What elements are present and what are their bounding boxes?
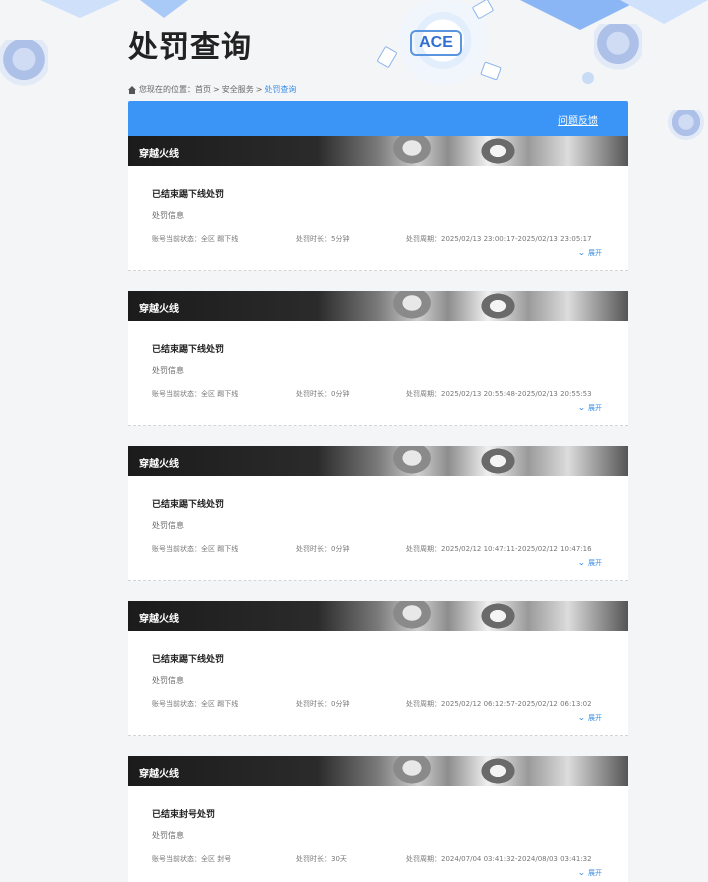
banner-character-image	[478, 601, 518, 631]
punishment-info-label: 处罚信息	[152, 211, 184, 220]
game-banner: 穿越火线	[128, 756, 628, 786]
punishment-status: 已结束封号处罚	[152, 810, 216, 820]
page-title: 处罚查询	[128, 30, 252, 65]
record-item: 穿越火线 已结束踢下线处罚 处罚信息 账号当前状态：全区 踢下线 处罚时长：0分…	[128, 446, 628, 601]
game-name: 穿越火线	[139, 149, 179, 160]
punishment-period: 处罚周期：2025/02/13 23:00:17-2025/02/13 23:0…	[406, 235, 592, 243]
punishment-status: 已结束踢下线处罚	[152, 345, 225, 355]
punishment-duration: 处罚时长：30天	[296, 855, 347, 863]
banner-character-image	[478, 291, 518, 321]
breadcrumb-separator: >	[255, 85, 263, 94]
game-name: 穿越火线	[139, 614, 179, 625]
expand-button[interactable]: ⌄ 展开	[578, 713, 602, 723]
punishment-period: 处罚周期：2025/02/12 10:47:11-2025/02/12 10:4…	[406, 545, 592, 553]
punishment-status: 已结束踢下线处罚	[152, 190, 225, 200]
expand-label: 展开	[588, 404, 602, 412]
double-chevron-down-icon: ⌄	[577, 558, 586, 567]
expand-button[interactable]: ⌄ 展开	[578, 558, 602, 568]
punishment-status: 已结束踢下线处罚	[152, 500, 225, 510]
punishment-duration: 处罚时长：0分钟	[296, 390, 350, 398]
account-status: 账号当前状态：全区 踢下线	[152, 390, 239, 398]
banner-character-image	[478, 756, 518, 786]
decor-hex	[668, 110, 704, 140]
punishment-info-label: 处罚信息	[152, 676, 184, 685]
punishment-status: 已结束踢下线处罚	[152, 655, 225, 665]
record-item: 穿越火线 已结束踢下线处罚 处罚信息 账号当前状态：全区 踢下线 处罚时长：0分…	[128, 601, 628, 756]
game-banner: 穿越火线	[128, 601, 628, 631]
game-name: 穿越火线	[139, 304, 179, 315]
punishment-duration: 处罚时长：0分钟	[296, 700, 350, 708]
breadcrumb-separator: >	[213, 85, 220, 94]
record-item: 穿越火线 已结束封号处罚 处罚信息 账号当前状态：全区 封号 处罚时长：30天 …	[128, 756, 628, 882]
banner-character-image	[390, 136, 434, 166]
game-banner: 穿越火线	[128, 446, 628, 476]
punishment-duration: 处罚时长：5分钟	[296, 235, 350, 243]
record-item: 穿越火线 已结束踢下线处罚 处罚信息 账号当前状态：全区 踢下线 处罚时长：0分…	[128, 291, 628, 446]
punishment-period: 处罚周期：2025/02/13 20:55:48-2025/02/13 20:5…	[406, 390, 592, 398]
account-status: 账号当前状态：全区 封号	[152, 855, 232, 863]
expand-label: 展开	[588, 714, 602, 722]
banner-character-image	[390, 756, 434, 786]
double-chevron-down-icon: ⌄	[577, 713, 586, 722]
double-chevron-down-icon: ⌄	[577, 248, 586, 257]
banner-character-image	[390, 446, 434, 476]
punishment-info-label: 处罚信息	[152, 366, 184, 375]
punishment-duration: 处罚时长：0分钟	[296, 545, 350, 553]
record-body: 已结束踢下线处罚 处罚信息 账号当前状态：全区 踢下线 处罚时长：0分钟 处罚周…	[128, 476, 628, 581]
expand-label: 展开	[588, 249, 602, 257]
breadcrumb-item-current: 处罚查询	[264, 85, 297, 94]
expand-button[interactable]: ⌄ 展开	[578, 868, 602, 878]
decor-triangle	[620, 0, 708, 24]
decor-card	[480, 61, 502, 81]
double-chevron-down-icon: ⌄	[577, 403, 586, 412]
record-body: 已结束踢下线处罚 处罚信息 账号当前状态：全区 踢下线 处罚时长：5分钟 处罚周…	[128, 166, 628, 271]
game-name: 穿越火线	[139, 459, 179, 470]
double-chevron-down-icon: ⌄	[577, 868, 586, 877]
banner-character-image	[390, 291, 434, 321]
punishment-info-label: 处罚信息	[152, 521, 184, 530]
expand-button[interactable]: ⌄ 展开	[578, 403, 602, 413]
breadcrumb-item-home[interactable]: 首页	[195, 84, 211, 95]
game-banner: 穿越火线	[128, 291, 628, 321]
ace-logo: ACE	[410, 30, 462, 56]
record-body: 已结束踢下线处罚 处罚信息 账号当前状态：全区 踢下线 处罚时长：0分钟 处罚周…	[128, 321, 628, 426]
breadcrumb: 您现在的位置： 首页 > 安全服务 > 处罚查询	[128, 84, 296, 95]
account-status: 账号当前状态：全区 踢下线	[152, 235, 239, 243]
expand-label: 展开	[588, 559, 602, 567]
punishment-period: 处罚周期：2024/07/04 03:41:32-2024/08/03 03:4…	[406, 855, 592, 863]
account-status: 账号当前状态：全区 踢下线	[152, 545, 239, 553]
record-list: 穿越火线 已结束踢下线处罚 处罚信息 账号当前状态：全区 踢下线 处罚时长：5分…	[128, 136, 628, 882]
punishment-info-label: 处罚信息	[152, 831, 184, 840]
banner-character-image	[478, 446, 518, 476]
decor-triangle	[140, 0, 188, 18]
record-body: 已结束踢下线处罚 处罚信息 账号当前状态：全区 踢下线 处罚时长：0分钟 处罚周…	[128, 631, 628, 736]
game-name: 穿越火线	[139, 769, 179, 780]
feedback-link[interactable]: 问题反馈	[558, 112, 598, 127]
record-body: 已结束封号处罚 处罚信息 账号当前状态：全区 封号 处罚时长：30天 处罚周期：…	[128, 786, 628, 882]
game-banner: 穿越火线	[128, 136, 628, 166]
punishment-period: 处罚周期：2025/02/12 06:12:57-2025/02/12 06:1…	[406, 700, 592, 708]
breadcrumb-item-security[interactable]: 安全服务	[222, 84, 254, 95]
decor-triangle	[40, 0, 120, 18]
expand-button[interactable]: ⌄ 展开	[578, 248, 602, 258]
record-item: 穿越火线 已结束踢下线处罚 处罚信息 账号当前状态：全区 踢下线 处罚时长：5分…	[128, 136, 628, 291]
account-status: 账号当前状态：全区 踢下线	[152, 700, 239, 708]
breadcrumb-prefix: 您现在的位置：	[139, 85, 195, 94]
decor-hex	[594, 24, 642, 72]
decor-hex	[0, 40, 48, 88]
banner-character-image	[390, 601, 434, 631]
header-bar: 问题反馈	[128, 101, 628, 136]
home-icon	[128, 85, 136, 94]
expand-label: 展开	[588, 869, 602, 877]
decor-dot	[582, 72, 594, 84]
banner-character-image	[478, 136, 518, 166]
